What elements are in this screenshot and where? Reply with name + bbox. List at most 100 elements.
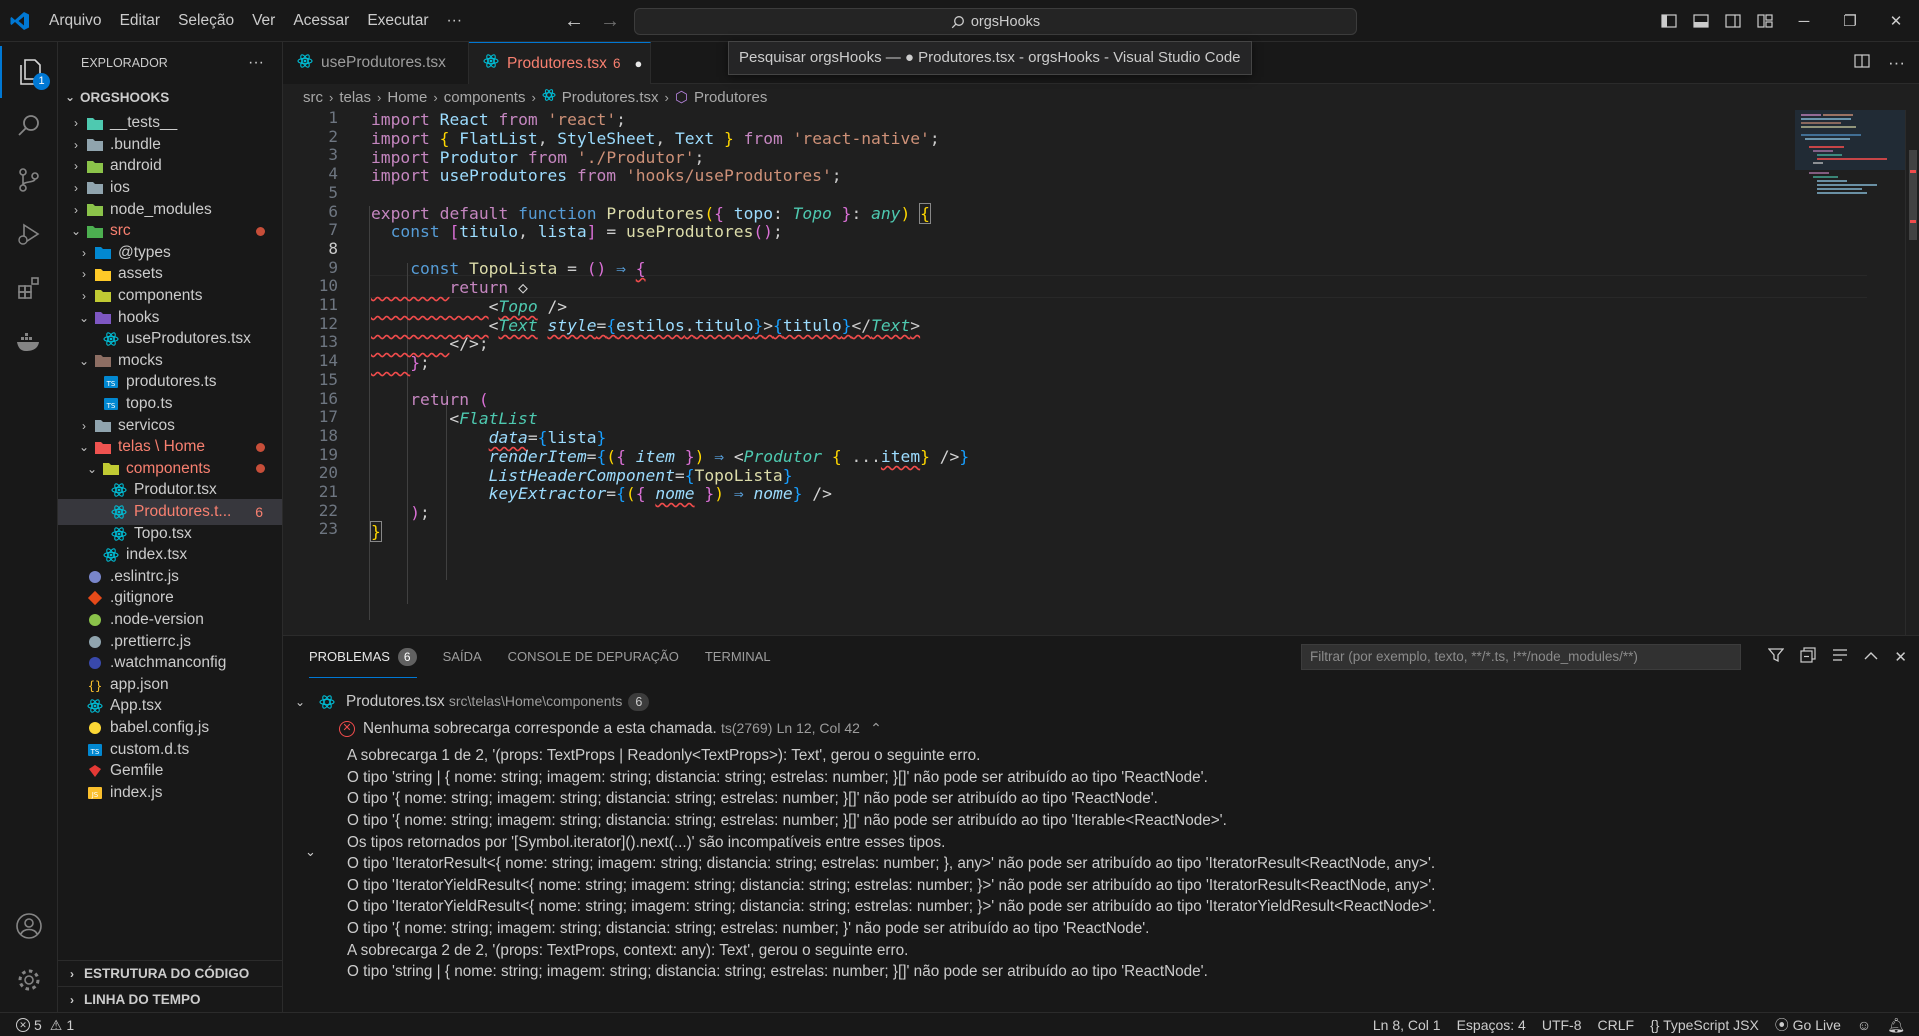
end-of-line[interactable]: CRLF xyxy=(1598,1017,1635,1033)
chevron-down-icon: ⌄ xyxy=(70,224,82,239)
docker-icon[interactable] xyxy=(0,316,58,368)
forward-arrow-icon[interactable]: → xyxy=(600,10,620,33)
tab-output[interactable]: SAÍDA xyxy=(443,636,482,678)
source-control-icon[interactable] xyxy=(0,154,58,206)
tab-error-count: 6 xyxy=(612,56,621,71)
breadcrumb-item[interactable]: components xyxy=(444,89,526,106)
menu-item[interactable]: Acessar xyxy=(284,0,358,42)
chevron-right-icon: › xyxy=(74,137,78,152)
go-live-button[interactable]: ⦿ Go Live xyxy=(1775,1015,1841,1035)
timeline-section[interactable]: › LINHA DO TEMPO xyxy=(58,986,282,1012)
svg-text:JS: JS xyxy=(91,791,99,799)
language-mode[interactable]: {} TypeScript JSX xyxy=(1650,1017,1759,1033)
customize-layout-icon[interactable] xyxy=(1749,0,1781,42)
breadcrumb-item[interactable]: src xyxy=(303,89,323,106)
tab-problems[interactable]: PROBLEMAS 6 xyxy=(309,636,417,678)
back-arrow-icon[interactable]: ← xyxy=(564,10,584,33)
extensions-icon[interactable] xyxy=(0,262,58,314)
tree-item-label: android xyxy=(110,157,162,175)
problem-file-path: src\telas\Home\components xyxy=(448,693,623,710)
minimize-icon[interactable]: ─ xyxy=(1781,0,1827,42)
error-dot-icon xyxy=(256,226,265,236)
menu-item[interactable]: Editar xyxy=(111,0,170,42)
settings-gear-icon[interactable] xyxy=(0,954,58,1006)
tree-item-label: Produtor.tsx xyxy=(134,481,217,499)
error-icon: ✕ xyxy=(339,721,355,738)
restore-icon[interactable]: ❐ xyxy=(1827,0,1873,42)
error-dot-icon xyxy=(256,464,265,474)
cursor-position[interactable]: Ln 8, Col 1 xyxy=(1373,1017,1441,1033)
explorer-header: EXPLORADOR ··· xyxy=(58,42,282,84)
split-editor-icon[interactable] xyxy=(1854,53,1870,73)
view-as-tree-icon[interactable] xyxy=(1832,648,1848,667)
code-editor[interactable]: 1 2 3 4 5 6 7 8 9 10 11 12 13 14 15 16 17 18 19 20 21 22 23 im… xyxy=(283,110,1919,635)
explorer-icon[interactable]: 1 xyxy=(0,46,58,98)
tab-useprodutores[interactable]: useProdutores.tsx xyxy=(283,42,469,84)
toggle-secondary-sidebar-icon[interactable] xyxy=(1717,0,1749,42)
line-number: 22 xyxy=(318,500,338,520)
breadcrumb-item[interactable]: telas xyxy=(339,89,371,106)
collapse-all-icon[interactable] xyxy=(1800,646,1817,668)
chevron-right-icon: › xyxy=(82,418,86,433)
folder-ios-icon xyxy=(86,180,104,196)
menu-item[interactable]: Arquivo xyxy=(40,0,111,42)
search-icon[interactable] xyxy=(0,100,58,152)
problems-filter-input[interactable]: Filtrar (por exemplo, texto, **/*.ts, !*… xyxy=(1301,644,1741,670)
breadcrumb-item[interactable]: Produtores xyxy=(694,89,767,106)
react-icon xyxy=(86,698,104,714)
tab-terminal[interactable]: TERMINAL xyxy=(705,636,771,678)
chevron-right-icon: › xyxy=(329,89,334,105)
feedback-icon[interactable]: ☺ xyxy=(1857,1017,1871,1033)
accounts-icon[interactable] xyxy=(0,900,58,952)
filter-icon[interactable] xyxy=(1768,647,1785,668)
more-actions-icon[interactable]: ··· xyxy=(1888,53,1905,73)
outline-section-label: ESTRUTURA DO CÓDIGO xyxy=(84,966,250,981)
close-panel-icon[interactable]: ✕ xyxy=(1894,648,1907,666)
notifications-bell-icon[interactable]: 🔔︎ xyxy=(1887,1017,1905,1034)
problem-detail-row[interactable]: O tipo 'string | { nome: string; imagem:… xyxy=(283,959,1919,985)
chevron-up-icon[interactable]: ⌃ xyxy=(870,720,882,736)
close-window-icon[interactable]: ✕ xyxy=(1873,0,1919,42)
toggle-primary-sidebar-icon[interactable] xyxy=(1653,0,1685,42)
line-number: 19 xyxy=(318,444,338,464)
line-number-gutter: 1 2 3 4 5 6 7 8 9 10 11 12 13 14 15 16 17 18 19 20 21 22 23 xyxy=(283,110,338,635)
toggle-panel-icon[interactable] xyxy=(1685,0,1717,42)
minimap[interactable] xyxy=(1795,110,1905,310)
symbol-method-icon: ⬡ xyxy=(674,89,688,106)
status-left[interactable]: ✕ 5 ⚠ 1 xyxy=(16,1013,74,1036)
modified-dot-icon[interactable]: ● xyxy=(634,56,642,71)
tree-item-label: .prettierrc.js xyxy=(110,632,191,650)
maximize-panel-icon[interactable] xyxy=(1864,648,1878,666)
line-number: 14 xyxy=(318,351,338,371)
problem-row[interactable]: ✕ Nenhuma sobrecarga corresponde a esta … xyxy=(283,716,1919,742)
editor-scrollbar[interactable] xyxy=(1905,110,1919,635)
scrollbar-thumb[interactable] xyxy=(1909,150,1917,240)
breadcrumb-item[interactable]: Produtores.tsx xyxy=(562,89,659,106)
menu-item[interactable]: ··· xyxy=(438,0,472,42)
react-icon xyxy=(483,53,499,74)
tree-item-label: components xyxy=(126,459,211,477)
problem-file-row[interactable]: ⌄ Produtores.tsx src\telas\Home\componen… xyxy=(283,689,1919,715)
indentation[interactable]: Espaços: 4 xyxy=(1457,1017,1526,1033)
encoding[interactable]: UTF-8 xyxy=(1542,1017,1582,1033)
tab-produtores[interactable]: Produtores.tsx 6 ● xyxy=(469,42,651,84)
folder-src-icon xyxy=(86,223,104,239)
workspace-root[interactable]: ⌄ ORGSHOOKS xyxy=(58,84,282,110)
run-debug-icon[interactable] xyxy=(0,208,58,260)
more-actions-icon[interactable]: ··· xyxy=(248,54,264,72)
breadcrumb-item[interactable]: Home xyxy=(387,89,427,106)
tab-debug-console[interactable]: CONSOLE DE DEPURAÇÃO xyxy=(508,636,679,678)
status-right: Ln 8, Col 1 Espaços: 4 UTF-8 CRLF {} Typ… xyxy=(1373,1013,1905,1036)
watchman-icon xyxy=(86,655,104,671)
tree-item-label: custom.d.ts xyxy=(110,740,190,758)
timeline-section-label: LINHA DO TEMPO xyxy=(84,992,201,1007)
outline-section[interactable]: › ESTRUTURA DO CÓDIGO xyxy=(58,960,282,986)
tree-item-label: Topo.tsx xyxy=(134,524,192,542)
menu-item[interactable]: Ver xyxy=(243,0,284,42)
line-number: 23 xyxy=(318,519,338,539)
tree-item[interactable]: JS index.js xyxy=(58,780,282,806)
git-icon xyxy=(86,590,104,606)
command-center-search[interactable]: orgsHooks xyxy=(634,8,1357,35)
menu-item[interactable]: Seleção xyxy=(169,0,243,42)
menu-item[interactable]: Executar xyxy=(358,0,437,42)
